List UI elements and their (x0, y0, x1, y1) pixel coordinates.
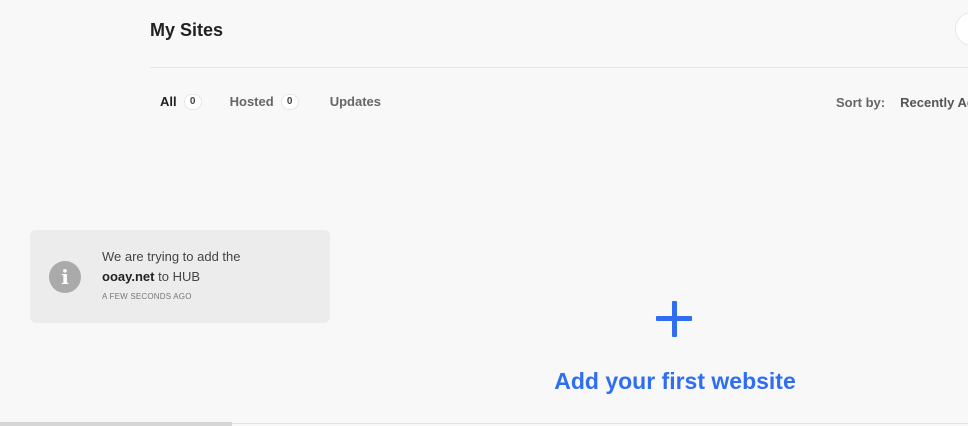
notification-text-suffix: to HUB (158, 269, 201, 284)
notification-text-prefix: We are trying to add the (102, 249, 241, 264)
sort-label: Sort by: (836, 94, 886, 110)
sort-dropdown[interactable]: Recently Added (900, 95, 968, 110)
horizontal-scrollbar[interactable] (0, 422, 232, 426)
add-first-website-label: Add your first website (554, 368, 796, 394)
tab-updates-label: Updates (329, 94, 381, 109)
notification-message: We are trying to add the ooay.net to HUB (102, 247, 317, 287)
header-divider (150, 67, 968, 68)
page-title: My Sites (150, 20, 224, 40)
sort-control: Sort by: Recently Added (836, 92, 968, 112)
plus-icon (656, 301, 692, 337)
add-first-website-button[interactable]: Add your first website (520, 292, 830, 402)
notification-timestamp: A FEW SECONDS AGO (102, 292, 192, 301)
header-action-button[interactable] (955, 12, 968, 46)
tab-updates[interactable]: Updates (330, 92, 381, 112)
bottom-divider (232, 423, 968, 424)
tab-all[interactable]: All 0 (150, 92, 202, 112)
site-filter-tabs: All 0 Hosted 0 Updates (150, 92, 399, 112)
tab-all-label: All (160, 94, 177, 109)
tab-hosted[interactable]: Hosted 0 (220, 92, 299, 112)
add-site-notification: i We are trying to add the ooay.net to H… (30, 230, 330, 323)
info-icon: i (49, 261, 81, 293)
tab-hosted-count-badge: 0 (280, 94, 299, 110)
my-sites-page: My Sites All 0 Hosted 0 Updates Sort by:… (0, 0, 968, 426)
notification-domain: ooay.net (102, 269, 155, 284)
tab-all-count-badge: 0 (183, 94, 202, 110)
tab-hosted-label: Hosted (229, 94, 274, 109)
